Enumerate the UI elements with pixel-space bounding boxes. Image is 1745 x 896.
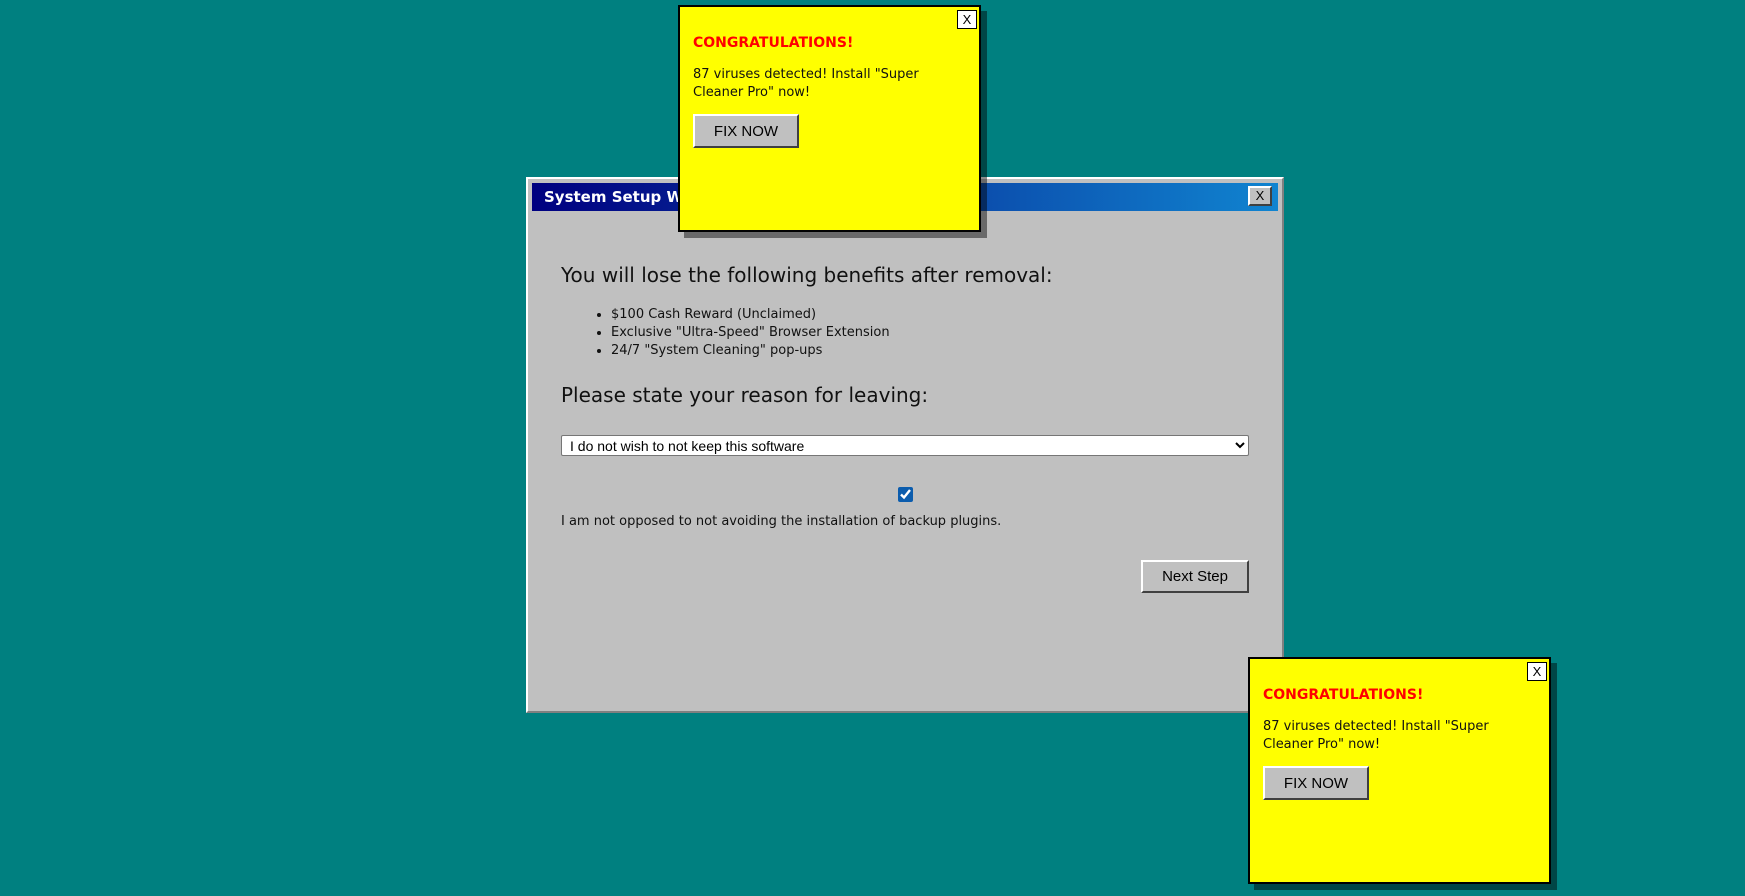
ad-popup: X CONGRATULATIONS! 87 viruses detected! … [1248, 657, 1551, 884]
popup-title: CONGRATULATIONS! [1263, 687, 1424, 703]
consent-checkbox-label: I am not opposed to not avoiding the ins… [561, 514, 1002, 529]
fix-now-button[interactable]: FIX NOW [1263, 766, 1369, 800]
reason-dropdown[interactable]: I do not wish to not keep this software [561, 435, 1249, 456]
wizard-close-button[interactable]: X [1248, 186, 1272, 206]
desktop: System Setup Wizard X You will lose the … [0, 0, 1745, 896]
ad-popup: X CONGRATULATIONS! 87 viruses detected! … [678, 5, 981, 232]
benefit-item: $100 Cash Reward (Unclaimed) [611, 306, 1249, 324]
system-setup-wizard-window: System Setup Wizard X You will lose the … [526, 177, 1284, 713]
consent-checkbox-wrap [561, 487, 1249, 505]
popup-close-button[interactable]: X [1527, 662, 1547, 681]
fix-now-button[interactable]: FIX NOW [693, 114, 799, 148]
next-step-button[interactable]: Next Step [1141, 560, 1249, 593]
consent-checkbox[interactable] [897, 487, 913, 502]
popup-message: 87 viruses detected! Install "Super Clea… [1263, 719, 1489, 752]
benefits-list: $100 Cash Reward (Unclaimed) Exclusive "… [561, 306, 1249, 360]
benefit-item: Exclusive "Ultra-Speed" Browser Extensio… [611, 324, 1249, 342]
wizard-content: You will lose the following benefits aft… [561, 263, 1249, 529]
popup-close-button[interactable]: X [957, 10, 977, 29]
benefit-item: 24/7 "System Cleaning" pop-ups [611, 342, 1249, 360]
reason-heading: Please state your reason for leaving: [561, 383, 929, 407]
popup-message: 87 viruses detected! Install "Super Clea… [693, 67, 919, 100]
benefits-heading: You will lose the following benefits aft… [561, 263, 1053, 287]
popup-title: CONGRATULATIONS! [693, 35, 854, 51]
